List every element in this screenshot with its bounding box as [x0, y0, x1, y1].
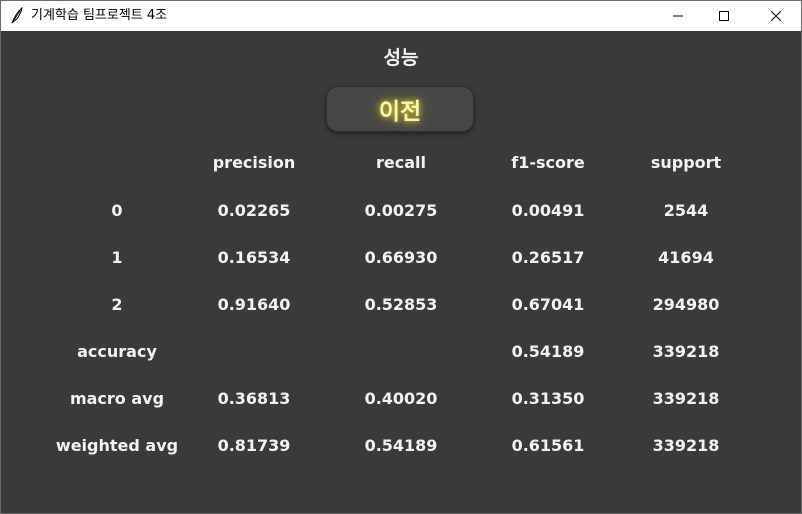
- cell-recall: 0.52853: [364, 295, 438, 314]
- header-recall: recall: [376, 153, 426, 172]
- cell-support: 294980: [652, 295, 720, 314]
- header-precision: precision: [212, 153, 296, 172]
- cell-precision: 0.02265: [217, 201, 291, 220]
- cell-f1-score: 0.54189: [511, 342, 585, 361]
- cell-f1-score: 0.67041: [511, 295, 585, 314]
- cell-f1-score: 0.26517: [511, 248, 585, 267]
- title-bar[interactable]: 기계학습 팀프로젝트 4조: [1, 1, 801, 31]
- page-title: 성능: [383, 47, 419, 69]
- header-support: support: [650, 153, 722, 172]
- cell-support: 41694: [658, 248, 714, 267]
- cell-f1-score: 0.61561: [511, 436, 585, 455]
- previous-button[interactable]: 이전: [326, 86, 474, 132]
- header-f1-score: f1-score: [511, 153, 585, 172]
- cell-support: 339218: [652, 342, 720, 361]
- row-label: macro avg: [69, 389, 165, 408]
- cell-f1-score: 0.00491: [511, 201, 585, 220]
- row-label: 2: [111, 295, 123, 314]
- row-label: accuracy: [77, 342, 157, 361]
- maximize-button[interactable]: [701, 1, 747, 31]
- performance-panel: 성능 이전 precision recall f1-score support …: [1, 31, 801, 513]
- cell-recall: 0.00275: [364, 201, 438, 220]
- close-button[interactable]: [753, 1, 799, 31]
- minimize-button[interactable]: [655, 1, 701, 31]
- app-window: 기계학습 팀프로젝트 4조 성능 이전 precision recall f1-…: [0, 0, 802, 514]
- cell-precision: 0.16534: [217, 248, 291, 267]
- cell-recall: 0.54189: [364, 436, 438, 455]
- cell-f1-score: 0.31350: [511, 389, 585, 408]
- cell-recall: 0.66930: [364, 248, 438, 267]
- cell-support: 2544: [663, 201, 709, 220]
- window-title: 기계학습 팀프로젝트 4조: [31, 8, 168, 23]
- cell-support: 339218: [652, 389, 720, 408]
- feather-icon: [9, 6, 25, 25]
- row-label: 0: [111, 201, 123, 220]
- row-label: 1: [111, 248, 123, 267]
- cell-recall: 0.40020: [364, 389, 438, 408]
- cell-support: 339218: [652, 436, 720, 455]
- close-icon: [770, 10, 782, 22]
- cell-precision: 0.91640: [217, 295, 291, 314]
- maximize-icon: [719, 11, 729, 21]
- cell-precision: 0.81739: [217, 436, 291, 455]
- cell-precision: 0.36813: [217, 389, 291, 408]
- row-label: weighted avg: [55, 436, 179, 455]
- minimize-icon: [673, 15, 683, 17]
